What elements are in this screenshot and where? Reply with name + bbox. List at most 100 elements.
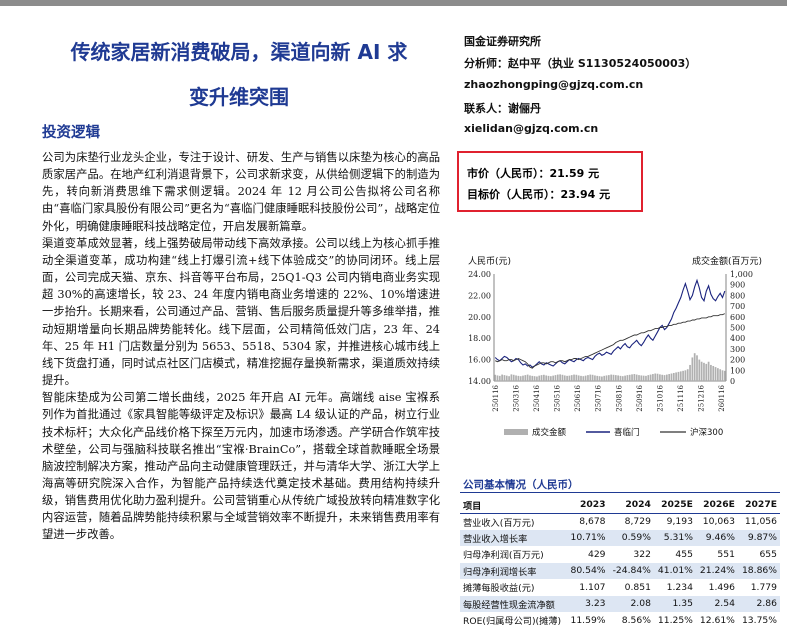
left-tick-label: 20.00 <box>468 313 491 322</box>
right-tick-label: 200 <box>730 356 745 365</box>
volume-bar <box>545 375 548 381</box>
x-tick-label: 250316 <box>513 384 521 411</box>
table-cell: 9.87% <box>737 529 780 546</box>
top-decor-bar <box>0 0 787 6</box>
volume-bar <box>723 370 726 381</box>
volume-bar <box>529 375 531 381</box>
x-tick-label: 260116 <box>718 384 726 411</box>
table-row: 摊薄每股收益(元) 1.107 0.851 1.234 1.496 1.779 <box>460 579 780 596</box>
investment-logic-body: 公司为床垫行业龙头企业，专注于设计、研发、生产与销售以床垫为核心的高品质家居产品… <box>42 149 440 544</box>
table-cell: 1.496 <box>708 581 735 593</box>
volume-bar <box>659 374 661 381</box>
right-tick-label: 100 <box>730 366 745 375</box>
right-tick-label: 800 <box>730 291 745 300</box>
table-cell: 5.31% <box>653 529 696 546</box>
left-tick-label: 14.00 <box>468 377 491 386</box>
volume-bar <box>503 375 506 381</box>
table-cell: 2.08 <box>608 595 654 612</box>
x-tick-label: 250716 <box>595 384 603 411</box>
table-row: ROE(归属母公司)(摊薄) 11.59% 8.56% 11.25% 12.61% 13.… <box>460 612 780 629</box>
volume-bar <box>679 371 682 381</box>
table-cell: 归母净利润增长率 <box>460 562 567 579</box>
table-cell: 8.56% <box>621 614 651 626</box>
right-tick-label: 900 <box>730 281 745 290</box>
x-tick-label: 250816 <box>615 384 623 411</box>
volume-bar <box>628 374 631 381</box>
table-cell: 摊薄每股收益(元) <box>463 583 535 595</box>
table-cell: 9.46% <box>695 529 738 546</box>
left-tick-label: 24.00 <box>468 270 491 279</box>
volume-bar <box>559 374 561 381</box>
financial-summary-table: 项目 2023 2024 2025E 2026E 2027E 营业收入(百万元) 8,678… <box>460 497 780 629</box>
volume-bar <box>536 376 538 381</box>
price-volume-chart: 人民币(元) 成交金额(百万元) 14.00 16.00 18.00 20.00 22.00… <box>468 255 762 438</box>
volume-bar <box>517 375 520 381</box>
stock-price-line <box>494 278 726 368</box>
left-tick-label: 22.00 <box>468 291 491 300</box>
target-price: 目标价（人民币）：23.94 元 <box>467 188 611 201</box>
x-tick-label: 251116 <box>677 384 685 411</box>
volume-bar <box>522 375 524 381</box>
volume-bar <box>596 375 599 381</box>
table-cell: 归母净利润(百万元) <box>463 550 544 562</box>
volume-bar <box>568 375 571 381</box>
volume-bar <box>549 376 552 381</box>
volume-bar <box>677 371 680 381</box>
right-tick-label: 300 <box>730 345 745 354</box>
table-row: 营业收入增长率 10.71% 0.59% 5.31% 9.46% 9.87% <box>460 529 780 546</box>
table-row: 每股经营性现金流净额 3.23 2.08 1.35 2.54 2.86 <box>460 595 780 612</box>
volume-bar <box>601 376 603 381</box>
table-cell: 18.86% <box>737 562 780 579</box>
legend-volume-label: 成交金额 <box>532 427 567 438</box>
table-row: 归母净利润增长率 80.54% -24.84% 41.01% 21.24% 18.86% <box>460 562 780 579</box>
volume-bar <box>672 372 675 381</box>
volume-bar <box>675 372 677 381</box>
volume-bar <box>508 376 510 381</box>
volume-bar <box>573 374 575 381</box>
volume-bar <box>684 370 687 381</box>
volume-bar <box>719 369 722 381</box>
volume-bar <box>538 375 541 381</box>
volume-bar <box>640 375 643 381</box>
x-tick-label: 250916 <box>636 384 644 411</box>
volume-bar <box>624 375 626 381</box>
table-cell: 8,729 <box>624 516 651 527</box>
volume-bar <box>635 374 638 381</box>
analyst-email[interactable]: zhaozhongping@gjzq.com.cn <box>464 78 643 91</box>
volume-bar <box>515 375 517 381</box>
volume-bar <box>668 374 671 381</box>
volume-bar <box>582 376 585 381</box>
table-header-cell: 2027E <box>745 499 777 511</box>
x-tick-label: 251216 <box>697 384 705 411</box>
table-cell: 429 <box>587 548 606 560</box>
volume-bar <box>656 373 659 381</box>
table-row: 营业收入(百万元) 8,678 8,729 9,193 10,063 11,056 <box>460 513 780 530</box>
table-cell: 1.107 <box>579 581 606 593</box>
contact-email[interactable]: xielidan@gjzq.com.cn <box>464 122 598 135</box>
volume-bar <box>570 375 573 381</box>
table-cell: 551 <box>717 548 735 560</box>
volume-bar <box>526 374 529 381</box>
table-title: 公司基本情况（人民币） <box>463 479 579 491</box>
section-heading: 投资逻辑 <box>42 125 100 141</box>
paragraph-channel-reform: 渠道变革成效显著，线上强势破局带动线下高效承接。公司以线上为核心抓手推动全渠道变… <box>42 236 440 388</box>
volume-bar <box>610 374 613 381</box>
volume-bar <box>561 374 564 381</box>
volume-bar <box>533 376 536 381</box>
volume-bar <box>563 375 566 381</box>
volume-bar <box>661 374 664 381</box>
analyst-name: 分析师：赵中平（执业 S1130524050003） <box>464 57 697 70</box>
table-cell: 655 <box>759 548 777 560</box>
volume-bar <box>654 373 657 381</box>
volume-bar <box>496 375 499 381</box>
contact-name: 联系人：谢俪丹 <box>464 102 541 115</box>
table-cell: 0.851 <box>624 581 651 593</box>
x-tick-label: 250116 <box>492 384 500 411</box>
volume-bar <box>607 375 610 381</box>
left-tick-label: 18.00 <box>468 334 491 343</box>
volume-bar <box>584 375 587 381</box>
paragraph-company-intro: 公司为床垫行业龙头企业，专注于设计、研发、生产与销售以床垫为核心的高品质家居产品… <box>42 151 440 233</box>
table-header-cell: 2023 <box>579 499 606 511</box>
table-cell: 3.23 <box>566 595 609 612</box>
volume-bar <box>638 375 640 381</box>
